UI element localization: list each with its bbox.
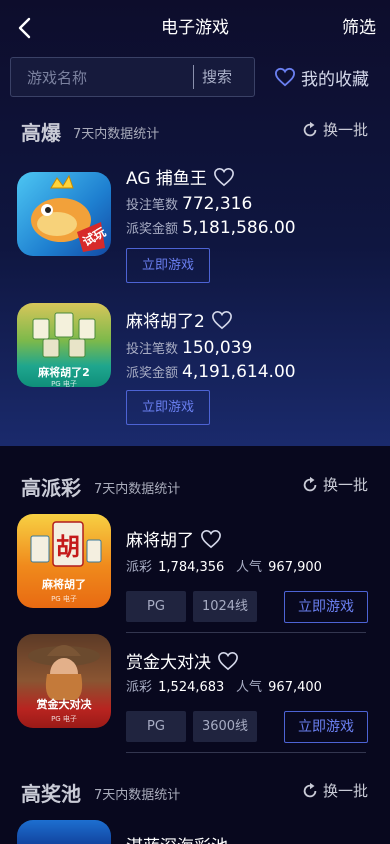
my-favorites-button[interactable]: 我的收藏: [274, 64, 369, 90]
refresh-button-high-burst[interactable]: 换一批: [301, 119, 368, 140]
refresh-button-high-payout[interactable]: 换一批: [301, 474, 368, 495]
popularity-label: 人气: [236, 560, 263, 575]
provider-tag: PG: [126, 711, 186, 742]
game-thumbnail-wild-bounty-showdown[interactable]: 赏金大对决 PG 电子: [17, 634, 111, 728]
thumbnail-title: 麻将胡了: [42, 578, 86, 591]
search-input[interactable]: [25, 58, 189, 98]
game-thumbnail-mahjong-ways-2[interactable]: 麻将胡了2 PG 电子: [17, 303, 111, 387]
thumbnail-provider: PG 电子: [51, 380, 77, 387]
row-divider: [126, 632, 366, 633]
popularity-stat: 人气 967,900: [236, 556, 322, 575]
thumbnail-title: 赏金大对决: [36, 698, 92, 711]
refresh-icon: [303, 476, 317, 491]
bet-count-label: 投注笔数: [126, 198, 179, 213]
popularity-label: 人气: [236, 680, 263, 695]
game-name-row: 麻将胡了: [126, 526, 222, 551]
payout-value: 1,784,356: [158, 560, 225, 575]
payout-label: 派彩: [126, 560, 153, 575]
thumbnail-glyph: 胡: [56, 533, 80, 561]
row-divider: [126, 752, 366, 753]
lines-tag: 1024线: [193, 591, 257, 622]
refresh-label: 换一批: [323, 121, 369, 139]
game-name: AG 捕鱼王: [126, 169, 207, 189]
thumbnail-provider: PG 电子: [51, 715, 77, 723]
page-title: 电子游戏: [161, 18, 229, 38]
section-subtitle-high-burst: 7天内数据统计: [73, 127, 160, 142]
game-name-row: 赏金大对决: [126, 648, 239, 673]
popularity-stat: 人气 967,400: [236, 676, 322, 695]
bet-count-row: 投注笔数 150,039: [126, 338, 252, 358]
search-bar: 搜索: [10, 57, 255, 98]
bet-count-value: 772,316: [182, 194, 253, 214]
heart-outline-icon: [274, 67, 296, 87]
payout-stat: 派彩 1,524,683: [126, 676, 224, 695]
heart-outline-icon[interactable]: [217, 651, 239, 671]
provider-tag: PG: [126, 591, 186, 622]
refresh-icon: [303, 782, 317, 797]
payout-amount-row: 派奖金额 4,191,614.00: [126, 362, 296, 382]
refresh-label: 换一批: [323, 476, 369, 494]
payout-amount-label: 派奖金额: [126, 366, 179, 381]
game-name: 湛蓝深海彩池: [126, 832, 228, 844]
game-thumbnail-deep-sea-jackpot[interactable]: [17, 820, 111, 844]
payout-value: 1,524,683: [158, 680, 225, 695]
game-name: 麻将胡了2: [126, 312, 205, 332]
thumbnail-provider: PG 电子: [51, 595, 77, 603]
section-title-high-burst: 高爆: [21, 121, 61, 145]
refresh-label: 换一批: [323, 782, 369, 800]
play-now-button[interactable]: 立即游戏: [126, 390, 210, 425]
payout-label: 派彩: [126, 680, 153, 695]
section-title-jackpot: 高奖池: [21, 782, 81, 806]
payout-amount-label: 派奖金额: [126, 222, 179, 237]
play-now-button[interactable]: 立即游戏: [284, 591, 368, 623]
popularity-value: 967,400: [268, 680, 322, 695]
section-title-high-payout: 高派彩: [21, 476, 81, 500]
payout-amount-value: 5,181,586.00: [182, 218, 296, 238]
search-divider: [193, 65, 194, 89]
my-favorites-label: 我的收藏: [301, 69, 369, 90]
filter-button[interactable]: 筛选: [342, 16, 376, 40]
refresh-button-jackpot[interactable]: 换一批: [301, 780, 368, 801]
game-name-row: 湛蓝深海彩池: [126, 832, 228, 844]
refresh-icon: [303, 121, 317, 136]
payout-amount-row: 派奖金额 5,181,586.00: [126, 218, 296, 238]
section-subtitle-jackpot: 7天内数据统计: [94, 788, 181, 803]
bet-count-row: 投注笔数 772,316: [126, 194, 252, 214]
payout-stat: 派彩 1,784,356: [126, 556, 224, 575]
bet-count-value: 150,039: [182, 338, 253, 358]
payout-amount-value: 4,191,614.00: [182, 362, 296, 382]
popularity-value: 967,900: [268, 560, 322, 575]
thumbnail-title: 麻将胡了2: [38, 366, 90, 379]
game-name-row: 麻将胡了2: [126, 307, 233, 332]
game-name-row: AG 捕鱼王: [126, 164, 235, 189]
heart-outline-icon[interactable]: [211, 310, 233, 330]
search-button[interactable]: 搜索: [202, 58, 232, 96]
lines-tag: 3600线: [193, 711, 257, 742]
play-now-button[interactable]: 立即游戏: [284, 711, 368, 743]
game-thumbnail-ag-fishing-king[interactable]: 试玩: [17, 172, 111, 256]
game-thumbnail-mahjong-ways[interactable]: 胡 麻将胡了 PG 电子: [17, 514, 111, 608]
heart-outline-icon[interactable]: [213, 167, 235, 187]
section-subtitle-high-payout: 7天内数据统计: [94, 482, 181, 497]
bet-count-label: 投注笔数: [126, 342, 179, 357]
heart-outline-icon[interactable]: [200, 529, 222, 549]
game-name: 麻将胡了: [126, 531, 194, 551]
play-now-button[interactable]: 立即游戏: [126, 248, 210, 283]
game-name: 赏金大对决: [126, 653, 211, 673]
